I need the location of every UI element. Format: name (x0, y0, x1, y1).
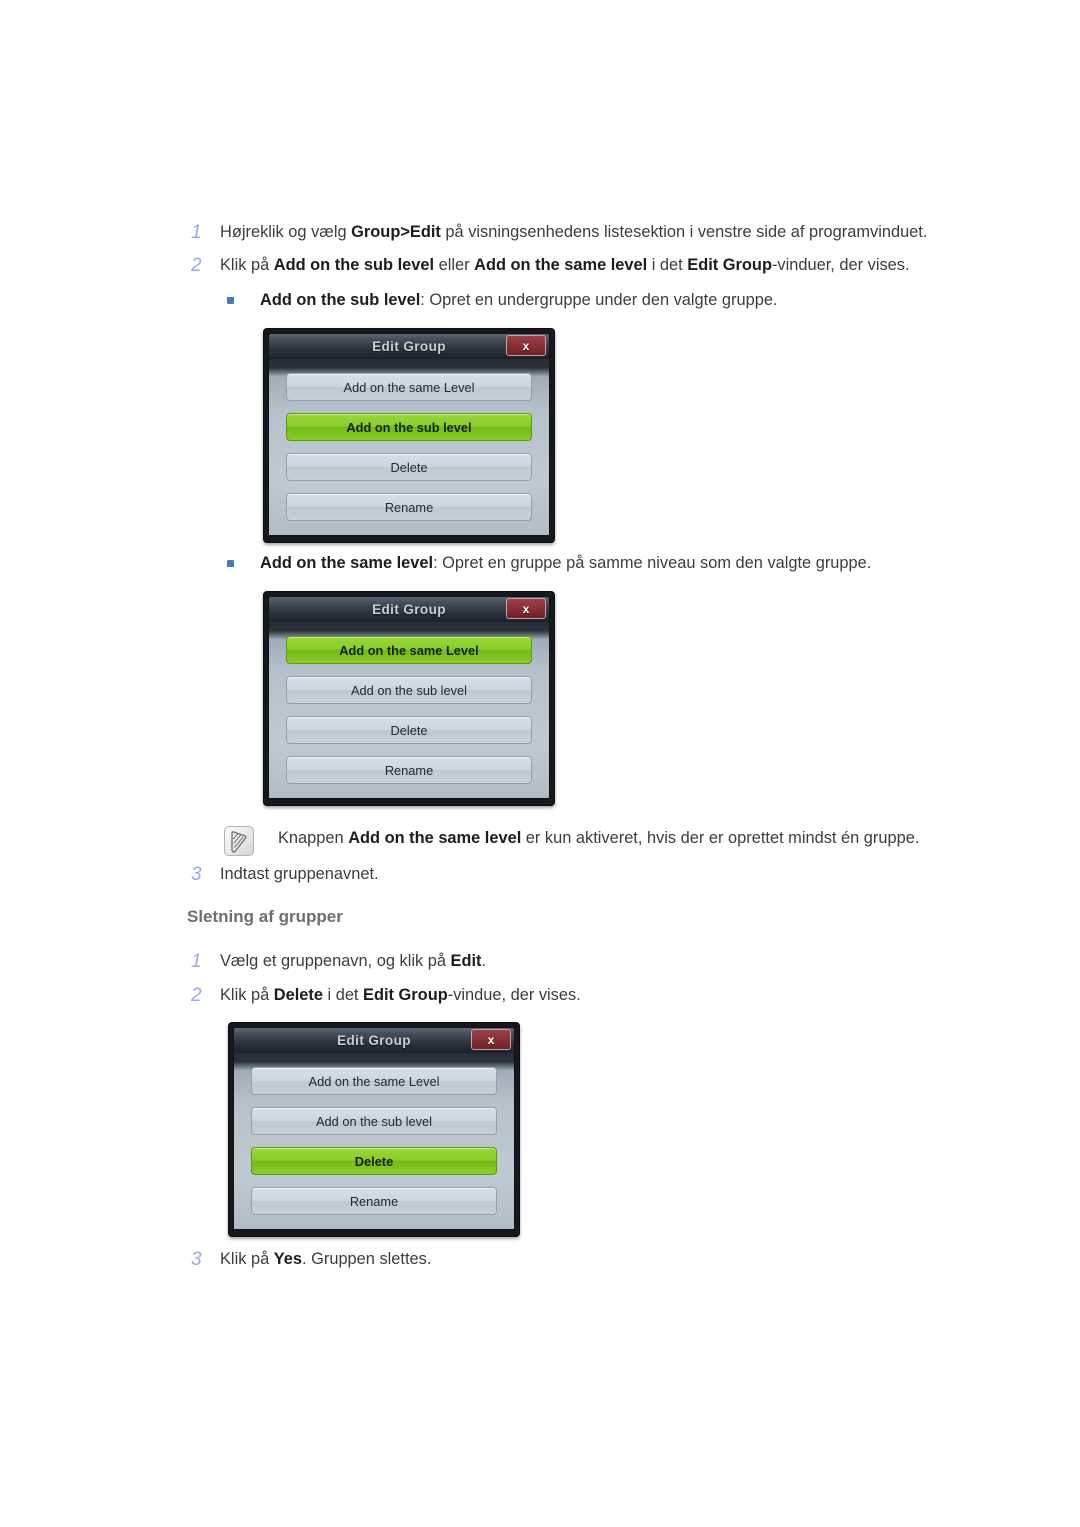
bullet-add-sub-level: Add on the sub level: Opret en undergrup… (222, 288, 778, 313)
delete-step-2-text: Klik på Delete i det Edit Group-vindue, … (220, 986, 581, 1004)
note-callout: Knappen Add on the same level er kun akt… (224, 826, 919, 856)
dialog-title: Edit Group (337, 1033, 411, 1048)
dialog-title: Edit Group (372, 602, 446, 617)
dialog-titlebar: Edit Group x (233, 1027, 515, 1053)
step-1: 1 Højreklik og vælg Group>Edit på visnin… (186, 220, 927, 245)
delete-step-2: 2 Klik på Delete i det Edit Group-vindue… (186, 983, 581, 1008)
step-3: 3 Indtast gruppenavnet. (186, 862, 379, 887)
document-page: 1 Højreklik og vælg Group>Edit på visnin… (0, 0, 1080, 1527)
button-add-on-the-same-level[interactable]: Add on the same Level (251, 1067, 497, 1095)
button-add-on-the-same-level[interactable]: Add on the same Level (286, 636, 532, 664)
dialog-body: Add on the same Level Add on the sub lev… (268, 359, 550, 536)
dialog-body: Add on the same Level Add on the sub lev… (268, 622, 550, 799)
note-text: Knappen Add on the same level er kun akt… (278, 829, 920, 847)
step-2: 2 Klik på Add on the sub level eller Add… (186, 253, 910, 278)
bullet-add-same-level: Add on the same level: Opret en gruppe p… (222, 551, 871, 576)
bullet-add-same-level-text: Add on the same level: Opret en gruppe p… (260, 554, 872, 572)
close-icon[interactable]: x (471, 1029, 511, 1050)
edit-group-dialog-same-level[interactable]: Edit Group x Add on the same Level Add o… (263, 591, 555, 806)
delete-step-1: 1 Vælg et gruppenavn, og klik på Edit. (186, 949, 486, 974)
step-2-text: Klik på Add on the sub level eller Add o… (220, 256, 910, 274)
button-rename[interactable]: Rename (286, 493, 532, 521)
close-icon[interactable]: x (506, 598, 546, 619)
delete-step-3: 3 Klik på Yes. Gruppen slettes. (186, 1247, 431, 1272)
dialog-titlebar: Edit Group x (268, 596, 550, 622)
button-add-on-the-sub-level[interactable]: Add on the sub level (251, 1107, 497, 1135)
bullet-marker-icon (222, 551, 260, 567)
bullet-marker-icon (222, 288, 260, 304)
delete-step-2-number: 2 (191, 985, 202, 1006)
dialog-body: Add on the same Level Add on the sub lev… (233, 1053, 515, 1230)
page-section-heading: Sletning af grupper (187, 907, 343, 926)
button-delete[interactable]: Delete (286, 716, 532, 744)
delete-step-3-number: 3 (191, 1249, 202, 1270)
step-1-number: 1 (191, 222, 202, 243)
close-icon[interactable]: x (506, 335, 546, 356)
button-add-on-the-same-level[interactable]: Add on the same Level (286, 373, 532, 401)
delete-step-1-number: 1 (191, 951, 202, 972)
step-2-number: 2 (191, 255, 202, 276)
delete-step-3-text: Klik på Yes. Gruppen slettes. (220, 1250, 432, 1268)
step-3-text: Indtast gruppenavnet. (220, 865, 379, 883)
step-3-number: 3 (191, 864, 202, 885)
note-pencil-icon (224, 826, 254, 856)
button-rename[interactable]: Rename (286, 756, 532, 784)
button-rename[interactable]: Rename (251, 1187, 497, 1215)
delete-step-1-text: Vælg et gruppenavn, og klik på Edit. (220, 952, 487, 970)
dialog-title: Edit Group (372, 339, 446, 354)
bullet-add-sub-level-text: Add on the sub level: Opret en undergrup… (260, 291, 778, 309)
button-add-on-the-sub-level[interactable]: Add on the sub level (286, 413, 532, 441)
step-1-text: Højreklik og vælg Group>Edit på visnings… (220, 223, 928, 241)
edit-group-dialog-delete[interactable]: Edit Group x Add on the same Level Add o… (228, 1022, 520, 1237)
button-delete[interactable]: Delete (286, 453, 532, 481)
dialog-titlebar: Edit Group x (268, 333, 550, 359)
edit-group-dialog-sub-level[interactable]: Edit Group x Add on the same Level Add o… (263, 328, 555, 543)
button-delete[interactable]: Delete (251, 1147, 497, 1175)
button-add-on-the-sub-level[interactable]: Add on the sub level (286, 676, 532, 704)
